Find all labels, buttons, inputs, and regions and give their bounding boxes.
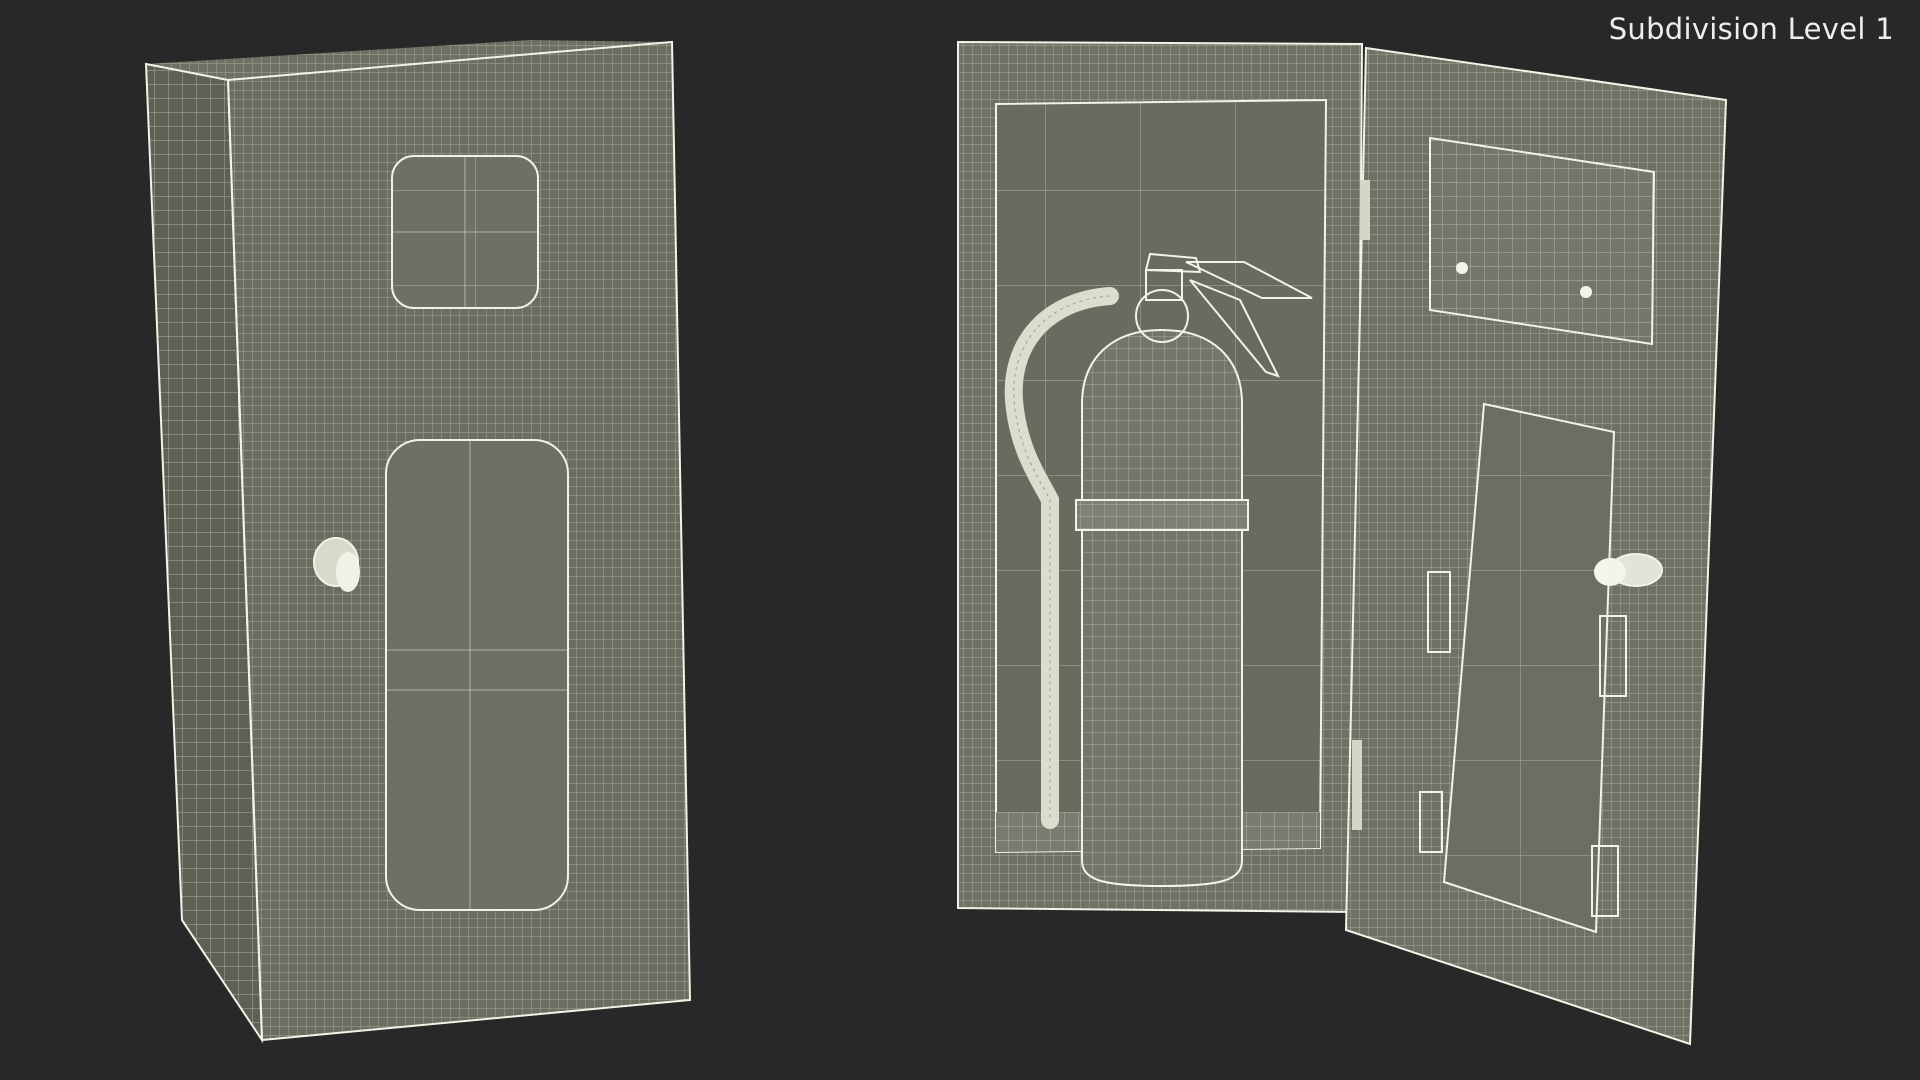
3d-viewport[interactable]: Subdivision Level 1 — [0, 0, 1920, 1080]
closed-cabinet-large-window — [386, 440, 568, 910]
open-cabinet[interactable] — [957, 40, 1728, 1046]
closed-cabinet[interactable] — [144, 40, 692, 1044]
wireframe-scene — [144, 40, 1728, 1046]
